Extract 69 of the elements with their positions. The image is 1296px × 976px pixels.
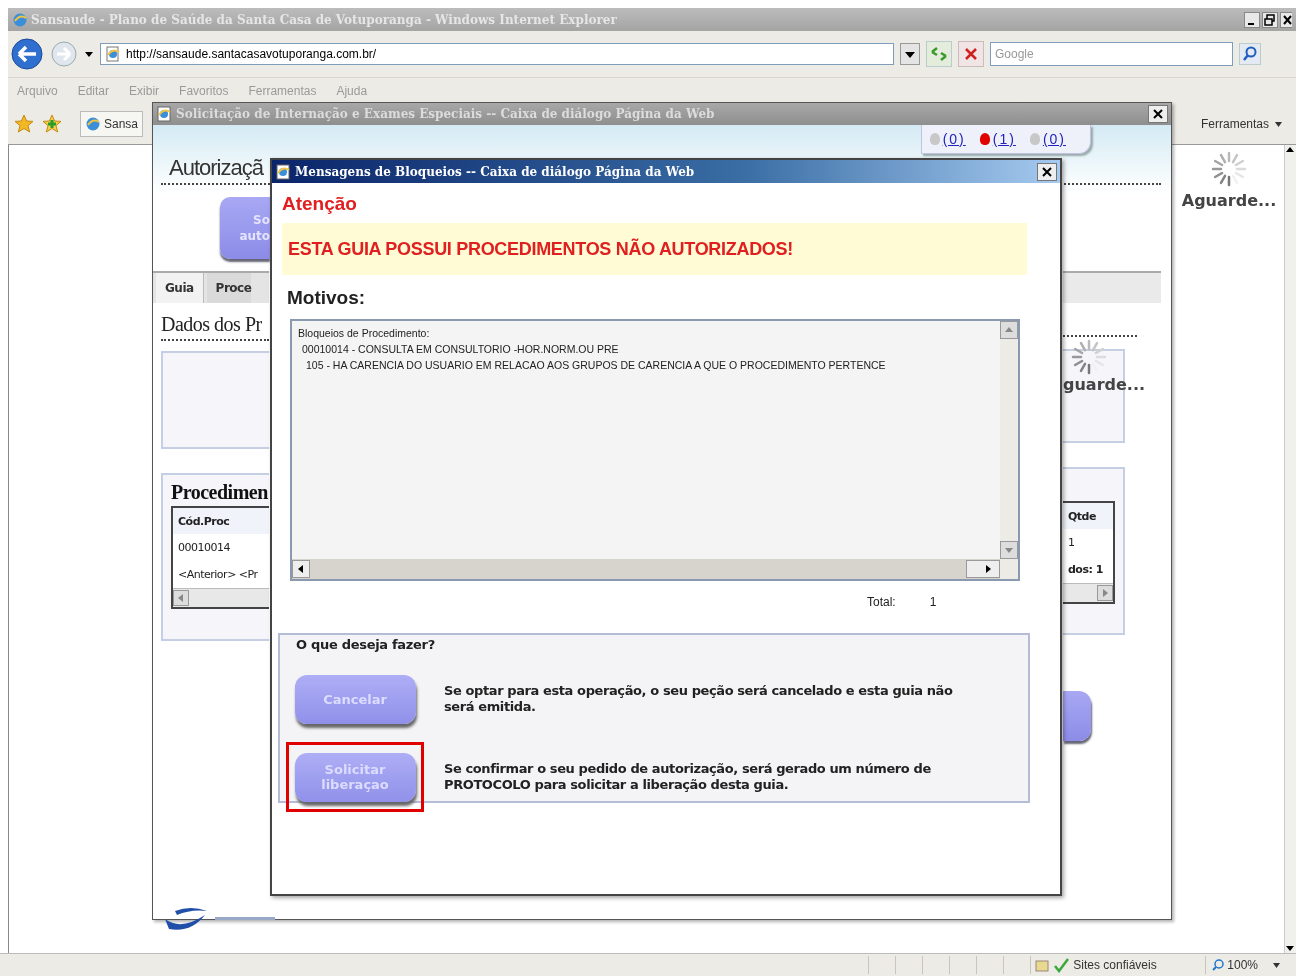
- column-header: Qtde: [1063, 503, 1113, 529]
- arrow-left-icon[interactable]: [292, 560, 310, 578]
- action-description: Se optar para esta operação, o seu peção será cancelado e esta guia não será emitida.: [444, 683, 954, 715]
- check-icon: [1053, 957, 1070, 973]
- dropdown-icon[interactable]: [900, 43, 920, 65]
- arrow-down-icon[interactable]: [1285, 943, 1295, 953]
- scrollbar[interactable]: [1063, 583, 1113, 602]
- panel-title: Procedimen: [171, 481, 269, 504]
- tools-menu[interactable]: Ferramentas: [1200, 117, 1282, 131]
- stop-icon[interactable]: [958, 41, 984, 67]
- caret-icon[interactable]: [84, 49, 94, 59]
- zoom-icon: [1212, 959, 1225, 971]
- dialog-title: Mensagens de Bloqueios -- Caixa de diálogo Página da Web: [295, 164, 696, 179]
- table-cell-text: 00010014: [177, 540, 231, 556]
- browser-tab[interactable]: Sansa: [80, 111, 144, 137]
- zoom-button[interactable]: 100%: [1205, 956, 1286, 974]
- refresh-icon[interactable]: [926, 41, 952, 67]
- restore-icon[interactable]: [1262, 11, 1278, 28]
- tab[interactable]: Guia: [156, 273, 204, 303]
- ie-logo-icon: [85, 116, 101, 132]
- total-value: 1: [929, 595, 937, 609]
- counter-link[interactable]: (0): [942, 131, 966, 147]
- scrollbar-corner: [1000, 559, 1018, 579]
- results-count: dos: 1: [1068, 563, 1103, 576]
- action-button[interactable]: [1063, 691, 1091, 741]
- page-heading: Autorizaçã: [169, 155, 263, 181]
- search-icon[interactable]: [1239, 43, 1261, 65]
- alert-banner: ESTA GUIA POSSUI PROCEDIMENTOS NÃO AUTORIZADOS!: [282, 223, 1027, 275]
- ie-logo-icon: [12, 11, 28, 28]
- add-star-icon[interactable]: [42, 114, 62, 134]
- attention-title: Atenção: [282, 193, 358, 215]
- reasons-label: Motivos:: [287, 287, 367, 309]
- back-icon[interactable]: [10, 37, 44, 71]
- spinner-icon: [1209, 149, 1249, 189]
- reason-line: 00010014 - CONSULTA EM CONSULTORIO -HOR.NORM.OU PRE: [301, 342, 620, 357]
- total-label: Total:: [867, 595, 896, 609]
- loading-text: guarde...: [1063, 375, 1146, 394]
- scrollbar[interactable]: [292, 559, 1000, 579]
- counter-link[interactable]: (0): [1042, 131, 1066, 147]
- address-field[interactable]: http://sansaude.santacasavotuporanga.com.br/: [100, 43, 894, 65]
- tab[interactable]: Proce: [206, 273, 252, 303]
- window-title: Sansaude - Plano de Saúde da Santa Casa de Votuporanga - Windows Internet Explorer: [31, 12, 618, 27]
- minimize-icon[interactable]: [1244, 11, 1260, 28]
- security-zone: Sites confiáveis: [1030, 956, 1206, 974]
- scrollbar[interactable]: [1284, 145, 1296, 953]
- caret-icon: [1273, 962, 1280, 968]
- reason-line: Bloqueios de Procedimento:: [298, 326, 431, 341]
- star-icon[interactable]: [14, 114, 34, 134]
- search-field[interactable]: Google: [990, 42, 1233, 66]
- close-icon[interactable]: [1037, 162, 1057, 181]
- arrow-right-icon[interactable]: [966, 560, 1000, 578]
- action-description: Se confirmar o seu pedido de autorização, será gerado um número de PROTOCOLO para solicitar a liberação desta guia.: [444, 761, 932, 793]
- arrow-up-icon[interactable]: [1285, 145, 1295, 155]
- caret-icon: [1275, 121, 1282, 127]
- loading-text: Aguarde...: [1181, 191, 1277, 210]
- page-icon: [105, 46, 121, 62]
- counter-link[interactable]: (1): [992, 131, 1016, 147]
- column-header: Cód.Proc: [173, 508, 269, 534]
- page-icon: [275, 163, 291, 180]
- close-icon[interactable]: [1280, 11, 1292, 28]
- page-icon: [156, 106, 172, 122]
- reason-line: 105 - HA CARENCIA DO USUARIO EM RELACAO AOS GRUPOS DE CARENCIA A QUE O PROCEDIMENTO PERTENCE: [305, 358, 887, 373]
- dialog-title: Solicitação de Internação e Exames Especiais -- Caixa de diálogo Página da Web: [176, 107, 716, 121]
- reasons-textarea[interactable]: Bloqueios de Procedimento: 00010014 - CONSULTA EM CONSULTORIO -HOR.NORM.OU PRE 105 - HA CARENCIA DO USUARIO EM RELACAO AOS GRUPOS DE CARENCIA A QUE O PROCEDIMENTO PERTENCE: [290, 319, 1020, 581]
- scrollbar[interactable]: [173, 588, 269, 607]
- question-label: O que deseja fazer?: [296, 637, 436, 652]
- pager-links[interactable]: <Anterior> <Pr: [173, 561, 269, 588]
- close-icon[interactable]: [1148, 105, 1168, 123]
- table-cell-text: 1: [1067, 535, 1076, 551]
